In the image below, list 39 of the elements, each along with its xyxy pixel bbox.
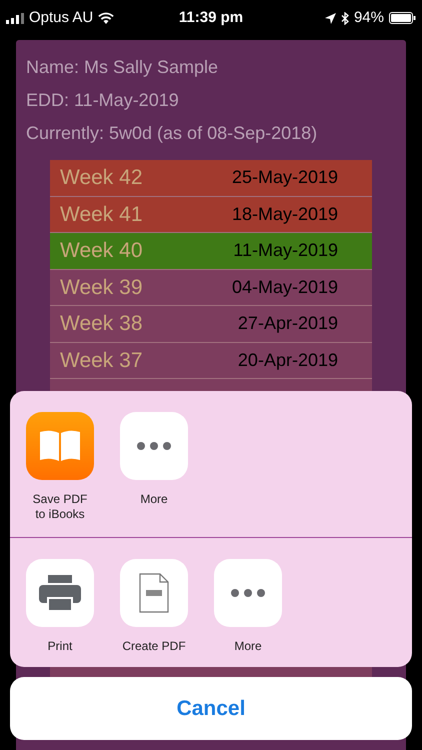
week-label: Week 41	[60, 202, 142, 228]
week-label: Week 38	[60, 311, 142, 337]
week-label: Week 40	[60, 238, 142, 264]
share-option-label: More	[233, 639, 263, 654]
week-label: Week 39	[60, 274, 142, 300]
week-row[interactable]: Week 42 25-May-2019	[50, 160, 372, 196]
week-label: Week 37	[60, 348, 142, 374]
patient-info-line: Name: Ms Sally Sample	[26, 56, 220, 78]
patient-info-line: EDD: 11-May-2019	[26, 89, 180, 111]
share-option-label: Print	[46, 639, 74, 654]
week-date: 27-Apr-2019	[238, 312, 338, 336]
week-row[interactable]: Week 40 11-May-2019	[50, 233, 372, 270]
week-date: 18-May-2019	[232, 202, 338, 226]
wifi-icon	[98, 12, 114, 24]
patient-info-line: Currently: 5w0d (as of 08-Sep-2018)	[26, 122, 318, 144]
share-option-label: Save PDF to iBooks	[32, 492, 88, 522]
week-date: 25-May-2019	[232, 166, 338, 190]
printer-icon[interactable]	[26, 559, 94, 627]
bluetooth-icon	[340, 12, 349, 24]
books-app-icon[interactable]	[26, 412, 94, 480]
share-option-label: Create PDF	[121, 639, 187, 654]
week-date: 20-Apr-2019	[238, 348, 338, 372]
battery-percent: 94%	[354, 8, 384, 28]
signal-icon	[6, 12, 24, 24]
clock-time: 11:39 pm	[178, 8, 244, 28]
share-option-label: More	[139, 492, 169, 507]
location-arrow-icon	[324, 12, 336, 24]
week-row[interactable]: Week 37 20-Apr-2019	[50, 342, 372, 379]
week-date: 04-May-2019	[232, 276, 338, 299]
week-row[interactable]: Week 39 04-May-2019	[50, 270, 372, 306]
more-icon[interactable]	[214, 559, 282, 627]
cancel-button[interactable]: Cancel	[10, 677, 412, 740]
week-label: Week 42	[60, 165, 142, 191]
week-row[interactable]: Week 41 18-May-2019	[50, 196, 372, 233]
carrier-name: Optus AU	[29, 8, 94, 28]
pdf-document-icon[interactable]	[120, 559, 188, 627]
battery-icon	[389, 12, 416, 24]
week-date: 11-May-2019	[233, 239, 338, 262]
more-icon[interactable]	[120, 412, 188, 480]
